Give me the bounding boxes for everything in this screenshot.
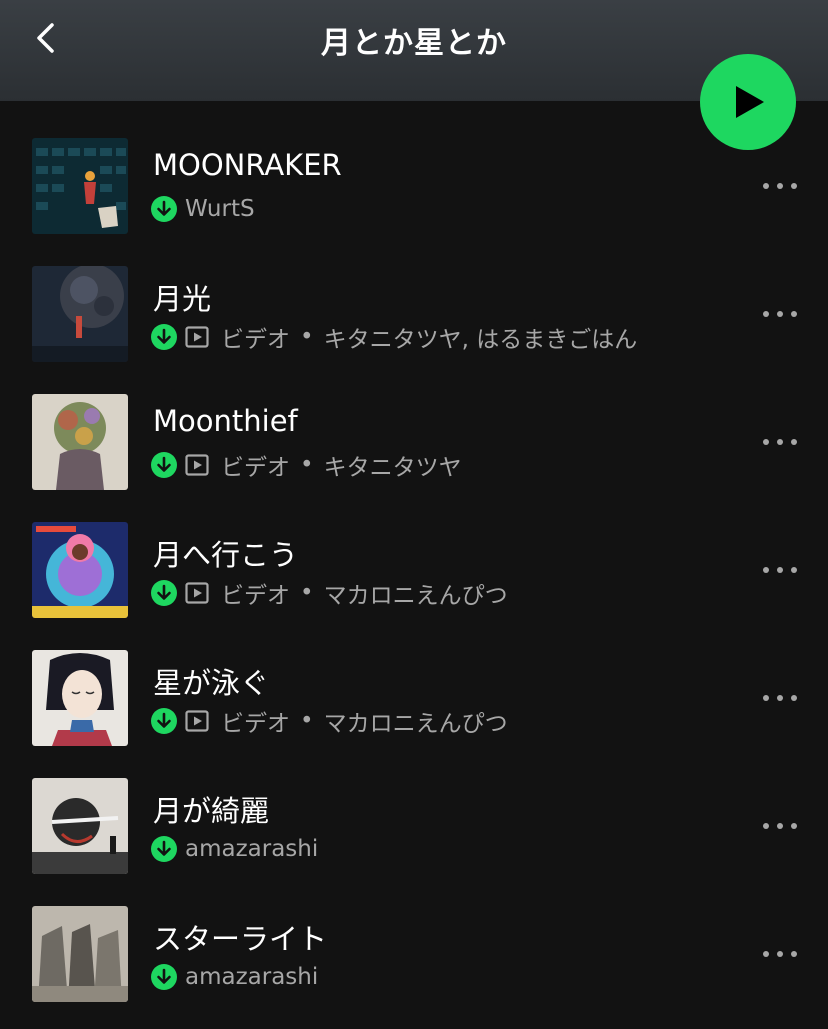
album-art <box>32 906 128 1002</box>
page-title: 月とか星とか <box>321 26 507 61</box>
track-artist: amazarashi <box>185 964 319 990</box>
track-meta: ビデオ • マカロニえんぴつ <box>151 707 508 737</box>
more-options-button[interactable] <box>756 299 804 329</box>
video-label: ビデオ <box>221 455 290 481</box>
album-art <box>32 138 128 234</box>
video-icon <box>185 582 209 604</box>
more-options-button[interactable] <box>756 555 804 585</box>
video-label: ビデオ <box>221 583 290 609</box>
track-artist: キタニタツヤ, はるまきごはん <box>323 327 638 353</box>
meta-separator: • <box>300 708 314 734</box>
video-icon <box>185 454 209 476</box>
track-meta: ビデオ • キタニタツヤ <box>151 451 462 481</box>
video-label: ビデオ <box>221 327 290 353</box>
play-icon <box>736 86 764 118</box>
meta-separator: • <box>300 324 314 350</box>
video-icon <box>185 710 209 732</box>
track-artist: マカロニえんぴつ <box>323 711 508 737</box>
track-title: Moonthief <box>153 404 298 438</box>
downloaded-icon <box>151 452 177 478</box>
more-options-button[interactable] <box>756 171 804 201</box>
album-art <box>32 394 128 490</box>
more-icon <box>763 311 797 317</box>
track-row[interactable]: 星が泳ぐ ビデオ • マカロニえんぴつ <box>0 613 828 746</box>
more-options-button[interactable] <box>756 683 804 713</box>
more-icon <box>763 567 797 573</box>
track-title: 星が泳ぐ <box>153 666 270 700</box>
album-art <box>32 522 128 618</box>
more-icon <box>763 183 797 189</box>
video-icon <box>185 326 209 348</box>
video-label: ビデオ <box>221 711 290 737</box>
more-options-button[interactable] <box>756 427 804 457</box>
track-meta: WurtS <box>151 195 255 223</box>
track-title: 月へ行こう <box>153 538 299 572</box>
track-row[interactable]: 月光 ビデオ • キタニタツヤ, はるまきごはん <box>0 229 828 362</box>
track-meta: amazarashi <box>151 835 318 863</box>
album-art <box>32 266 128 362</box>
track-title: 月光 <box>153 282 212 316</box>
more-icon <box>763 951 797 957</box>
track-artist: キタニタツヤ <box>323 455 462 481</box>
meta-separator: • <box>300 452 314 478</box>
more-options-button[interactable] <box>756 811 804 841</box>
track-meta: amazarashi <box>151 963 318 991</box>
album-art <box>32 778 128 874</box>
downloaded-icon <box>151 836 177 862</box>
track-row[interactable]: Moonthief ビデオ • キタニタツヤ <box>0 357 828 490</box>
more-icon <box>763 439 797 445</box>
downloaded-icon <box>151 324 177 350</box>
track-artist: マカロニえんぴつ <box>323 583 508 609</box>
downloaded-icon <box>151 580 177 606</box>
track-title: スターライト <box>153 922 328 956</box>
meta-separator: • <box>300 580 314 606</box>
downloaded-icon <box>151 708 177 734</box>
more-icon <box>763 695 797 701</box>
track-row[interactable]: 月へ行こう ビデオ • マカロニえんぴつ <box>0 485 828 618</box>
track-artist: WurtS <box>185 196 255 222</box>
track-meta: ビデオ • マカロニえんぴつ <box>151 579 508 609</box>
track-meta: ビデオ • キタニタツヤ, はるまきごはん <box>151 323 638 353</box>
downloaded-icon <box>151 964 177 990</box>
album-art <box>32 650 128 746</box>
downloaded-icon <box>151 196 177 222</box>
track-row[interactable]: 月が綺麗 amazarashi <box>0 741 828 874</box>
track-title: 月が綺麗 <box>153 794 270 828</box>
track-artist: amazarashi <box>185 836 319 862</box>
more-icon <box>763 823 797 829</box>
play-button[interactable] <box>700 54 796 150</box>
track-title: MOONRAKER <box>153 148 342 182</box>
more-options-button[interactable] <box>756 939 804 969</box>
track-row[interactable]: スターライト amazarashi <box>0 869 828 1002</box>
